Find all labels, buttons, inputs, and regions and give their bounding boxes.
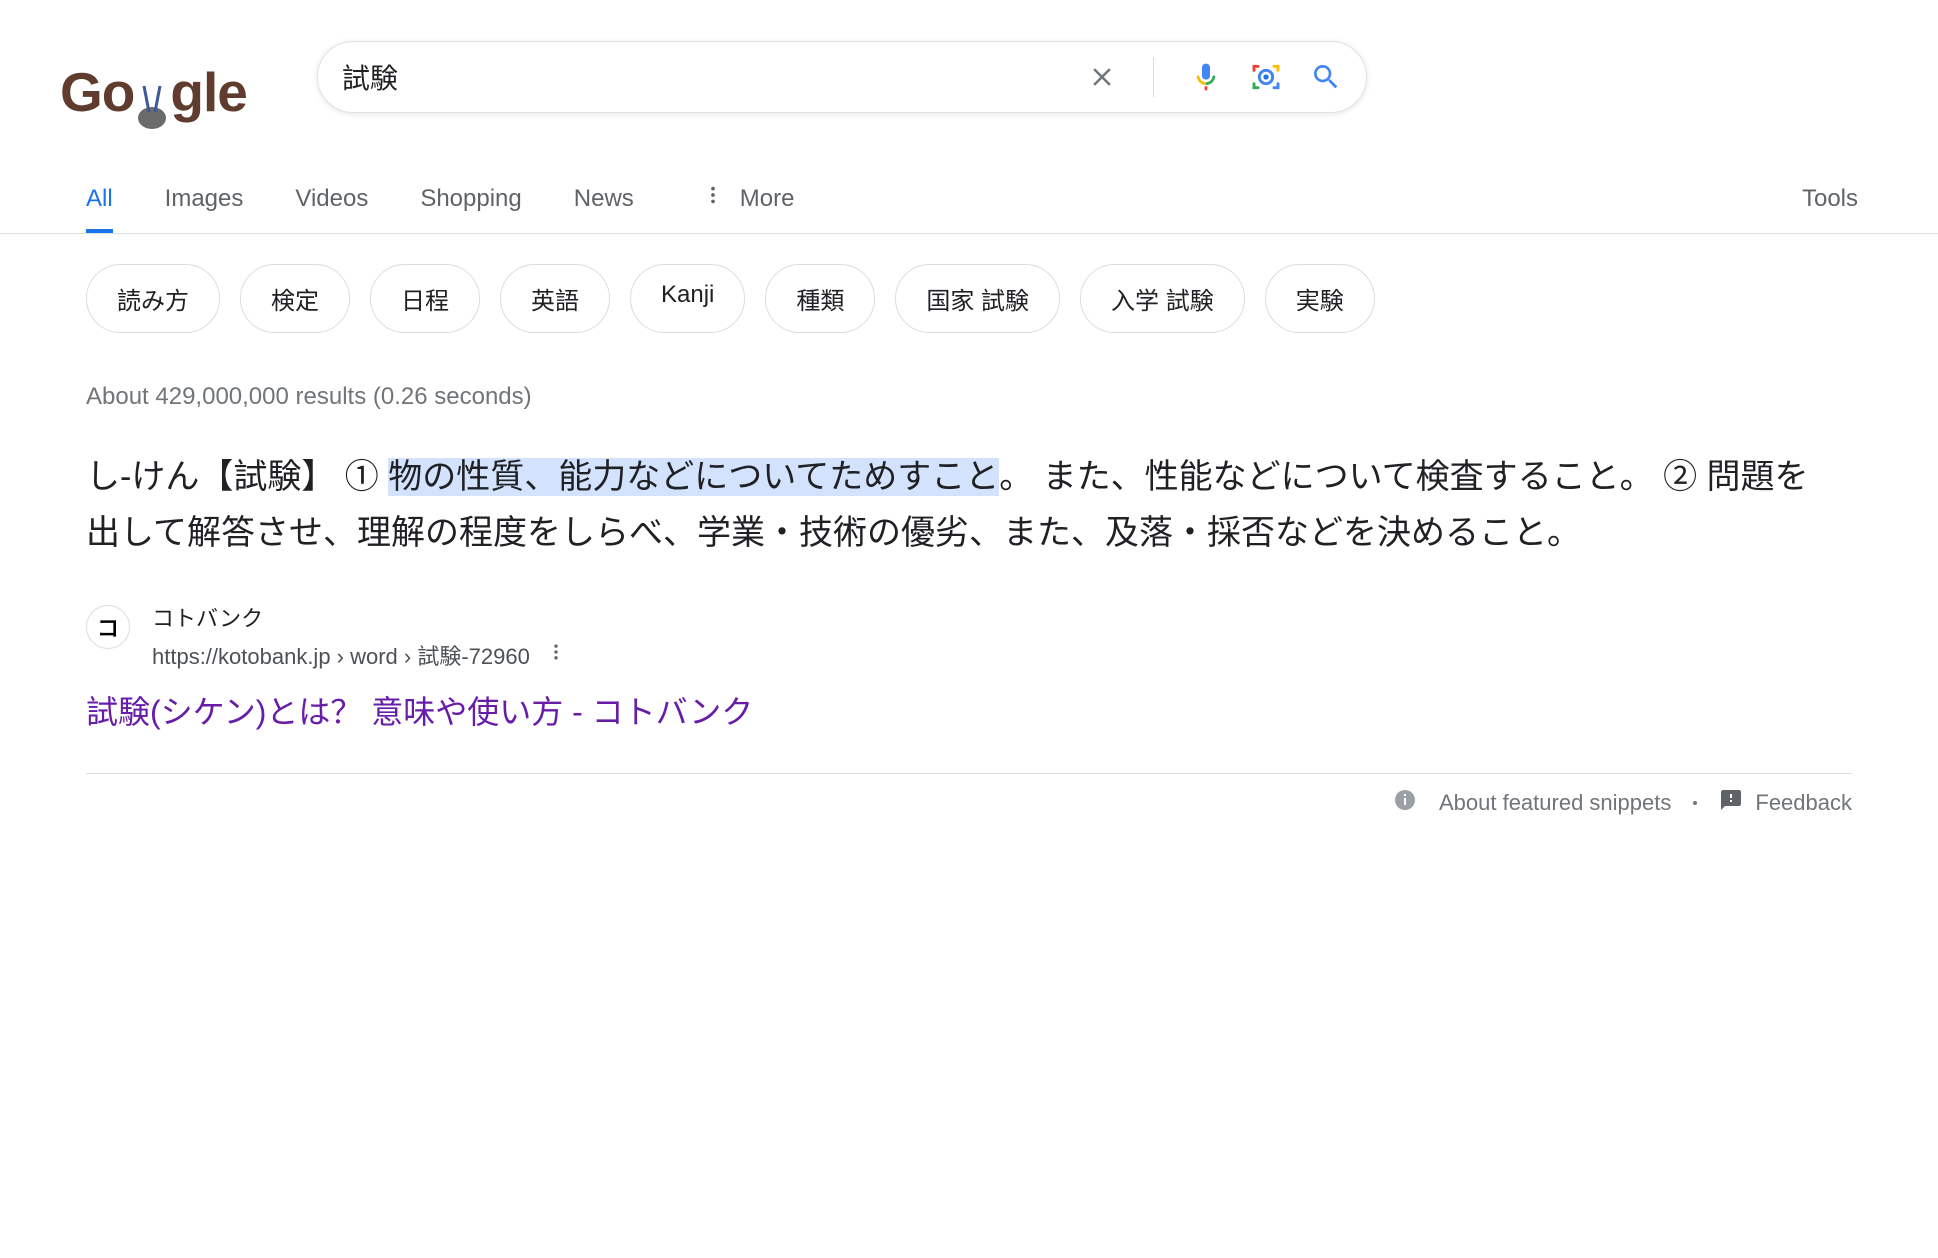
tab-more[interactable]: More — [702, 184, 795, 233]
result-stats: About 429,000,000 results (0.26 seconds) — [0, 333, 1938, 411]
chip[interactable]: Kanji — [630, 264, 745, 333]
tab-more-label: More — [740, 185, 795, 213]
chip[interactable]: 読み方 — [86, 264, 220, 333]
snippet-highlight: 物の性質、能力などについてためすこと — [388, 458, 999, 496]
favicon-icon: コ — [86, 605, 130, 649]
tab-images[interactable]: Images — [165, 185, 244, 233]
tab-news[interactable]: News — [574, 185, 634, 233]
about-snippets-link[interactable]: About featured snippets — [1439, 790, 1671, 816]
clear-icon[interactable] — [1087, 62, 1117, 92]
chip[interactable]: 入学 試験 — [1080, 264, 1245, 333]
chip[interactable]: 日程 — [370, 264, 480, 333]
feedback-icon — [1719, 788, 1743, 818]
feedback-button[interactable]: Feedback — [1719, 788, 1852, 818]
voice-search-icon[interactable] — [1190, 61, 1222, 93]
result-menu-icon[interactable] — [546, 642, 566, 668]
featured-snippet: し‐けん【試験】 ① 物の性質、能力などについてためすこと。 また、性能などにつ… — [0, 411, 1938, 561]
tab-shopping[interactable]: Shopping — [420, 185, 521, 233]
chip[interactable]: 実験 — [1265, 264, 1375, 333]
tab-videos[interactable]: Videos — [295, 185, 368, 233]
chip[interactable]: 種類 — [765, 264, 875, 333]
result-title-link[interactable]: 試験(シケン)とは？ 意味や使い方 - コトバンク — [0, 671, 1938, 733]
chip[interactable]: 英語 — [500, 264, 610, 333]
result-cite: コ コトバンク https://kotobank.jp › word › 試験-… — [0, 561, 1938, 671]
related-chips: 読み方 検定 日程 英語 Kanji 種類 国家 試験 入学 試験 実験 — [0, 234, 1938, 333]
dot-separator — [1693, 801, 1697, 805]
more-dots-icon — [702, 184, 724, 213]
logo[interactable]: Gogle — [60, 60, 247, 124]
search-input[interactable] — [342, 61, 1087, 93]
chip[interactable]: 国家 試験 — [895, 264, 1060, 333]
search-bar — [317, 41, 1367, 113]
lens-camera-icon[interactable] — [1250, 61, 1282, 93]
tab-all[interactable]: All — [86, 185, 113, 233]
info-icon — [1393, 788, 1417, 818]
snippet-prefix: し‐けん【試験】 ① — [86, 458, 388, 496]
chip[interactable]: 検定 — [240, 264, 350, 333]
tools-button[interactable]: Tools — [1802, 185, 1858, 233]
site-name: コトバンク — [152, 601, 566, 633]
snippet-footer: About featured snippets Feedback — [86, 773, 1852, 818]
breadcrumb: https://kotobank.jp › word › 試験-72960 — [152, 639, 530, 671]
search-icon[interactable] — [1310, 61, 1342, 93]
search-tabs: All Images Videos Shopping News More Too… — [0, 184, 1938, 234]
feedback-label: Feedback — [1755, 790, 1852, 816]
divider — [1153, 57, 1154, 97]
